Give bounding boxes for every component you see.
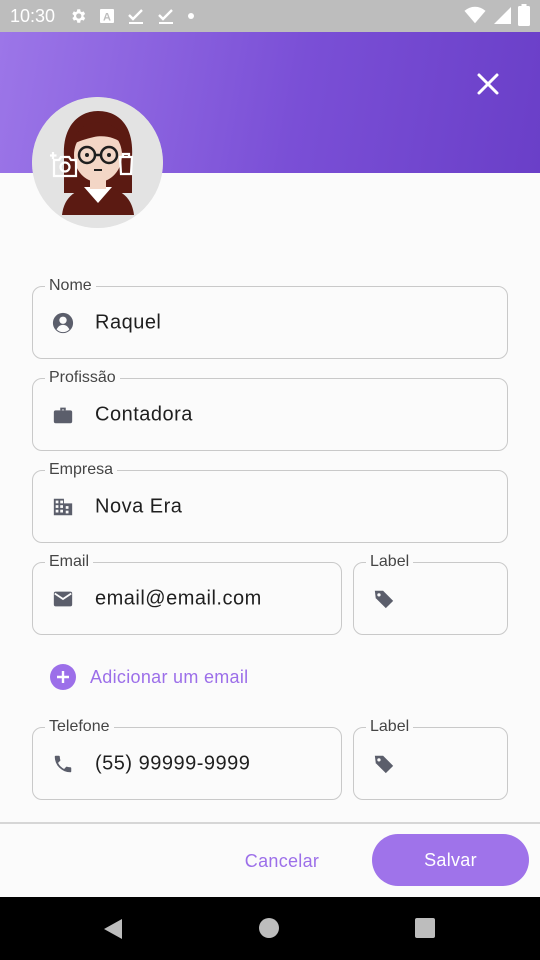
email-tag-label: Label	[366, 552, 414, 572]
signal-icon	[492, 5, 512, 30]
check-download-icon	[157, 7, 175, 25]
phone-icon	[51, 752, 75, 776]
profession-value: Contadora	[95, 403, 193, 425]
account-circle-icon	[51, 311, 75, 335]
email-tag-field[interactable]: Label	[353, 552, 508, 635]
system-icons	[464, 4, 530, 31]
add-email-button[interactable]: Adicionar um email	[50, 664, 248, 690]
home-icon[interactable]	[259, 918, 279, 938]
close-icon	[477, 73, 499, 95]
wifi-icon	[464, 4, 486, 31]
tag-icon	[372, 587, 396, 611]
briefcase-icon	[51, 403, 75, 427]
close-button[interactable]	[474, 70, 502, 98]
gear-icon	[69, 7, 87, 25]
phone-field[interactable]: Telefone (55) 99999-9999	[32, 717, 342, 800]
check-download-icon	[127, 7, 145, 25]
email-value: email@email.com	[95, 587, 262, 609]
phone-tag-field[interactable]: Label	[353, 717, 508, 800]
phone-label: Telefone	[45, 717, 114, 737]
dot-icon	[187, 12, 195, 20]
profession-field[interactable]: Profissão Contadora	[32, 368, 508, 451]
notification-icons: A	[69, 7, 195, 25]
building-icon	[51, 495, 75, 519]
a-box-icon: A	[99, 8, 115, 24]
add-email-label: Adicionar um email	[90, 666, 249, 687]
cancel-button[interactable]: Cancelar	[236, 840, 328, 882]
tag-icon	[372, 752, 396, 776]
delete-photo-icon[interactable]	[116, 152, 136, 181]
battery-icon	[518, 4, 530, 31]
save-button[interactable]: Salvar	[372, 834, 529, 886]
navigation-bar	[0, 897, 540, 960]
svg-text:A: A	[103, 12, 111, 24]
status-bar: 10:30 A	[0, 0, 540, 32]
email-label: Email	[45, 552, 94, 572]
company-label: Empresa	[45, 460, 118, 480]
company-field[interactable]: Empresa Nova Era	[32, 460, 508, 543]
add-circle-icon	[50, 664, 76, 690]
name-field[interactable]: Nome Raquel	[32, 276, 508, 359]
phone-tag-label: Label	[366, 717, 414, 737]
recents-icon[interactable]	[415, 918, 435, 938]
status-time: 10:30	[10, 5, 56, 26]
name-value: Raquel	[95, 311, 162, 333]
footer-divider	[0, 822, 540, 824]
name-label: Nome	[45, 276, 96, 296]
mail-icon	[51, 587, 75, 611]
back-icon[interactable]	[102, 917, 124, 946]
phone-value: (55) 99999-9999	[95, 752, 251, 774]
company-value: Nova Era	[95, 495, 183, 517]
profession-label: Profissão	[45, 368, 120, 388]
add-photo-icon[interactable]	[49, 152, 80, 183]
email-field[interactable]: Email email@email.com	[32, 552, 342, 635]
